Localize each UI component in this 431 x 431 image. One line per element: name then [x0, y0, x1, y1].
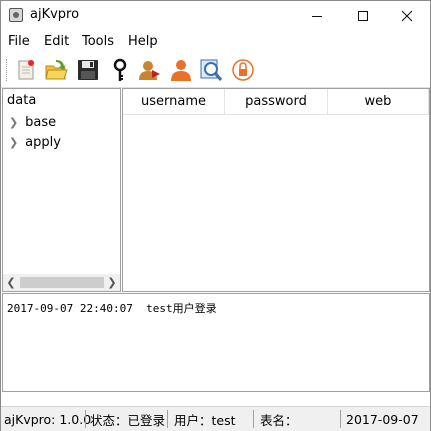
scroll-right-icon[interactable]: ❯	[104, 274, 120, 291]
tree-node-apply[interactable]: ❯ apply	[9, 135, 61, 150]
data-table: username password web	[122, 88, 430, 292]
toolbar-grip[interactable]	[6, 59, 9, 81]
title-bar[interactable]: ajKvpro	[1, 1, 430, 30]
tree-node-base[interactable]: ❯ base	[9, 115, 56, 130]
expand-arrow-icon[interactable]: ❯	[9, 116, 21, 129]
user-edit-icon[interactable]	[137, 57, 163, 83]
menu-file[interactable]: File	[8, 34, 30, 49]
status-login-state: 状态：已登录	[90, 412, 166, 428]
status-separator	[253, 410, 254, 428]
log-line: 2017-09-07 22:40:07 test用户登录	[7, 302, 217, 315]
menu-edit[interactable]: Edit	[44, 34, 69, 49]
menu-tools[interactable]: Tools	[82, 34, 114, 49]
status-version: ajKvpro: 1.0.0	[4, 411, 92, 427]
save-icon[interactable]	[75, 57, 101, 83]
horizontal-scrollbar[interactable]: ❮ ❯	[3, 274, 120, 291]
window-title: ajKvpro	[30, 7, 80, 22]
scrollbar-thumb[interactable]	[20, 277, 104, 288]
minimize-button[interactable]	[294, 1, 340, 30]
scroll-left-icon[interactable]: ❮	[3, 274, 19, 291]
search-icon[interactable]	[198, 57, 224, 83]
app-icon	[9, 8, 23, 22]
status-separator	[167, 410, 168, 428]
status-user: 用户：test	[174, 412, 236, 428]
maximize-button[interactable]	[340, 1, 386, 30]
key-icon[interactable]	[107, 57, 133, 83]
open-folder-icon[interactable]	[43, 57, 69, 83]
status-separator	[85, 410, 86, 428]
status-table-name: 表名：	[260, 412, 298, 428]
tree-node-label: apply	[25, 135, 61, 150]
menu-help[interactable]: Help	[128, 34, 158, 49]
user-icon[interactable]	[168, 57, 194, 83]
log-pane: 2017-09-07 22:40:07 test用户登录	[2, 293, 430, 392]
tree-pane: data ❯ base ❯ apply ❮ ❯	[2, 88, 121, 292]
status-bar: ajKvpro: 1.0.0 状态：已登录 用户：test 表名： 2017-0…	[1, 406, 430, 431]
tree-header: data	[7, 93, 37, 108]
status-separator	[340, 410, 341, 428]
menu-bar: File Edit Tools Help	[1, 31, 430, 53]
toolbar	[1, 53, 430, 88]
new-document-icon[interactable]	[13, 57, 39, 83]
column-header-password[interactable]: password	[225, 89, 328, 115]
minimize-icon	[312, 15, 322, 17]
column-header-web[interactable]: web	[328, 89, 429, 115]
expand-arrow-icon[interactable]: ❯	[9, 136, 21, 149]
tree-node-label: base	[25, 115, 57, 130]
status-date: 2017-09-07	[346, 411, 419, 427]
app-window: ajKvpro File Edit Tools Help data ❯ base…	[0, 0, 431, 431]
close-button[interactable]	[384, 1, 430, 30]
column-header-username[interactable]: username	[123, 89, 225, 115]
maximize-icon	[358, 10, 368, 21]
lock-icon[interactable]	[230, 57, 256, 83]
close-icon	[401, 10, 413, 21]
